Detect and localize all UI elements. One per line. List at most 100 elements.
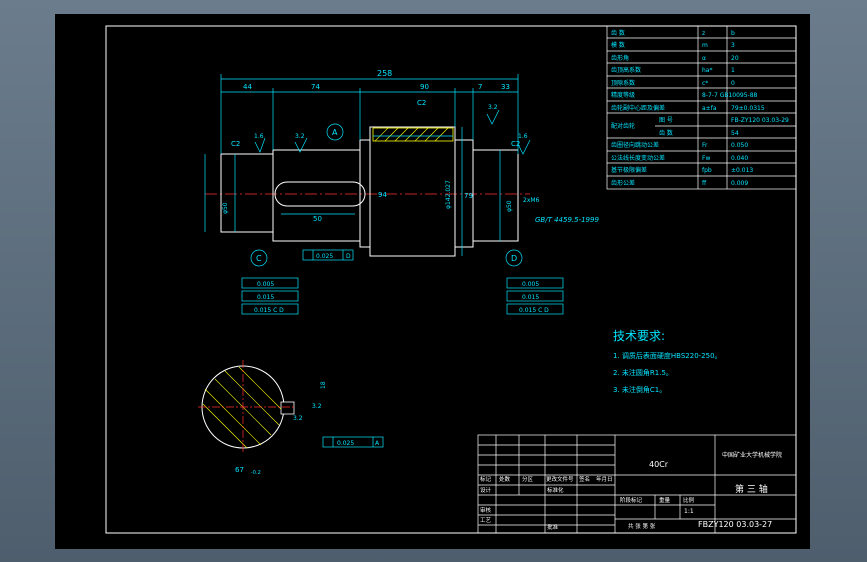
hatch-lines xyxy=(374,127,449,142)
title-block-headers: 标记 处数 分区 更改文件号 签名 年月日 设计 标准化 审核 工艺 批准 阶段… xyxy=(480,475,695,531)
param-sym: Fr xyxy=(702,142,708,149)
param-val: b xyxy=(731,30,735,37)
param-sym: fpb xyxy=(702,167,712,174)
param-name: 齿顶高系数 xyxy=(611,66,641,74)
datum-c: C xyxy=(256,254,262,263)
param-name: 模 数 xyxy=(611,41,625,49)
param-name: 公法线长度变动公差 xyxy=(611,154,665,162)
datum-d: D xyxy=(511,254,517,263)
section-tol: 0.025 xyxy=(337,440,354,447)
drawing-sheet: 258 44 74 90 7 33 50 94 79 φ142.027 φ50 … xyxy=(55,14,810,549)
roughness-1-6-b: 1.6 xyxy=(518,133,528,140)
section-roughness: 3.2 xyxy=(312,403,322,410)
dimension-lines xyxy=(204,74,519,256)
param-name: 配对齿轮 xyxy=(611,122,635,130)
section-roughness-2: 3.2 xyxy=(293,415,303,422)
hdr-5: 年月日 xyxy=(596,475,613,483)
tol-mid: 0.025 xyxy=(316,253,333,260)
roughness-3-2-a: 3.2 xyxy=(295,133,305,140)
row-1: 标准化 xyxy=(547,486,564,494)
chamfer-c2-mid: C2 xyxy=(417,99,426,107)
ratio-label: 比例 xyxy=(683,496,695,504)
param-name: 顶隙系数 xyxy=(611,79,635,87)
tech-title: 技术要求: xyxy=(613,329,665,343)
dim-94: 94 xyxy=(378,191,387,199)
dim-79: 79 xyxy=(464,192,473,200)
tol-left-1: 0.005 xyxy=(257,281,274,288)
shaft-outline xyxy=(220,126,519,257)
param-val-wide: 8-7-7 GB10095-88 xyxy=(702,92,758,99)
param-sym: ha* xyxy=(702,67,712,74)
row-4: 批准 xyxy=(547,523,559,531)
tech-item-3: 3. 未注倒角C1。 xyxy=(613,385,666,394)
dim-overall: 258 xyxy=(377,69,392,78)
part-name: 第 三 轴 xyxy=(735,483,768,495)
param-name: 齿轮副中心距及偏差 xyxy=(611,104,665,112)
section-tol-ref: A xyxy=(375,440,380,447)
roughness-symbols xyxy=(254,109,531,155)
param-sym: a±fa xyxy=(702,105,717,112)
dim-44: 44 xyxy=(243,83,252,91)
gear-teeth-hatch xyxy=(372,127,454,142)
param-name: 基节极限偏差 xyxy=(611,166,647,174)
section-hatch xyxy=(202,366,282,449)
param-sym: ff xyxy=(702,180,707,187)
drawing-border xyxy=(105,25,797,534)
hdr-4: 签名 xyxy=(579,475,590,483)
param-name: 齿圈径向跳动公差 xyxy=(611,141,659,149)
drawing-no: FBZY120 03.03-27 xyxy=(698,520,772,529)
tol-mid-ref: D xyxy=(346,253,351,260)
dim-small: φ50 xyxy=(222,202,229,214)
tol-left-3: 0.015 C D xyxy=(254,307,284,314)
param-sym: m xyxy=(702,42,708,49)
param-sym: α xyxy=(702,55,706,62)
param-val: 3 xyxy=(731,42,735,49)
sheets-label: 共 张 第 张 xyxy=(628,522,656,530)
scale: 1:1 xyxy=(684,508,694,515)
title-block-grid xyxy=(477,434,797,534)
param-name: 精度等级 xyxy=(611,91,635,99)
keyway xyxy=(280,401,295,415)
hdr-2: 分区 xyxy=(522,475,534,483)
hdr-3: 更改文件号 xyxy=(546,475,574,483)
dim-50: 50 xyxy=(313,215,322,223)
tech-item-1: 1. 调质后表面硬度HBS220-250。 xyxy=(613,351,722,360)
hdr-1: 处数 xyxy=(499,475,511,483)
tol-right-2: 0.015 xyxy=(522,294,539,301)
chamfer-c2-right: C2 xyxy=(511,140,520,148)
chamfer-c2-left: C2 xyxy=(231,140,240,148)
param-val: 1 xyxy=(731,67,735,74)
cad-viewport: 258 44 74 90 7 33 50 94 79 φ142.027 φ50 … xyxy=(0,0,867,562)
param-sym: Fw xyxy=(702,155,710,162)
param-sym: 齿 数 xyxy=(659,129,673,137)
param-val: 0.050 xyxy=(731,142,748,149)
tol-right-3: 0.015 C D xyxy=(519,307,549,314)
param-val: 0.040 xyxy=(731,155,748,162)
school: 中国矿业大学机械学院 xyxy=(722,451,782,459)
param-sym: z xyxy=(702,30,705,37)
row-3: 工艺 xyxy=(480,517,492,524)
gb-note: GB/T 4459.5-1999 xyxy=(535,216,599,224)
param-name: 齿 数 xyxy=(611,29,625,37)
stage-label: 阶段标记 xyxy=(620,496,643,504)
param-val: FB-ZY120 03.03-29 xyxy=(731,117,789,124)
param-sym: 图 号 xyxy=(659,117,673,124)
param-name: 齿形公差 xyxy=(611,179,635,187)
tech-item-2: 2. 未注圆角R1.5。 xyxy=(613,368,673,377)
tol-left-2: 0.015 xyxy=(257,294,274,301)
section-dim-sub: -0.2 xyxy=(251,470,261,476)
param-name: 齿形角 xyxy=(611,54,629,62)
param-sym: c* xyxy=(702,80,708,87)
dim-33: 33 xyxy=(501,83,510,91)
roughness-3-2-b: 3.2 xyxy=(488,104,498,111)
row-2: 审核 xyxy=(480,506,492,514)
tol-right-1: 0.005 xyxy=(522,281,539,288)
dim-90: 90 xyxy=(420,83,429,91)
dim-74: 74 xyxy=(311,83,320,91)
material: 40Cr xyxy=(649,460,669,469)
hdr-0: 标记 xyxy=(480,475,492,483)
param-val: ±0.013 xyxy=(731,167,753,174)
param-val: 54 xyxy=(731,130,739,137)
param-val: 0.009 xyxy=(731,180,748,187)
hole-note: 2xM6 xyxy=(523,197,540,204)
